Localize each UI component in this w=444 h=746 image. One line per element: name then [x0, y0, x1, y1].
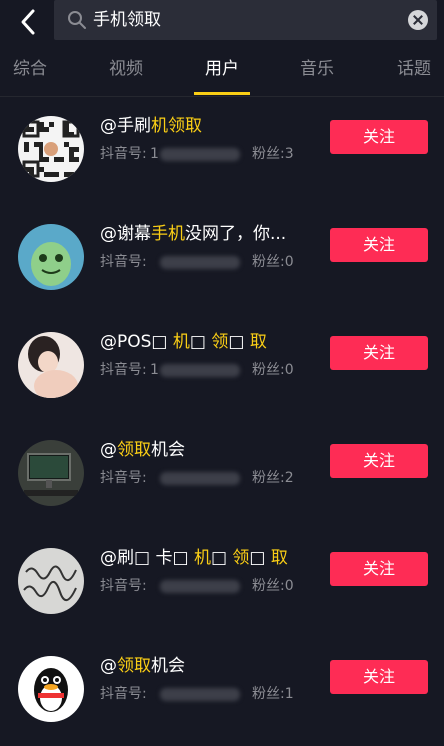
- user-name[interactable]: @领取机会: [100, 438, 185, 462]
- redacted-id-blur: [160, 688, 240, 701]
- search-input[interactable]: 手机领取: [54, 0, 437, 40]
- follow-button[interactable]: 关注: [330, 120, 428, 154]
- list-item[interactable]: @领取机会抖音号: 粉丝:1 关注: [0, 638, 444, 746]
- user-name[interactable]: @领取机会: [100, 654, 185, 678]
- user-name[interactable]: @刷□ 卡□ 机□ 领□ 取: [100, 546, 288, 570]
- search-tabs: 综合 视频 用户 音乐 话题: [0, 44, 444, 97]
- redacted-id-blur: [160, 256, 240, 269]
- follow-button[interactable]: 关注: [330, 660, 428, 694]
- list-item[interactable]: @刷□ 卡□ 机□ 领□ 取抖音号: 粉丝:0 关注: [0, 530, 444, 638]
- list-item[interactable]: @谢幕手机没网了，你... 抖音号: 粉丝:0 关注: [0, 206, 444, 314]
- follow-button[interactable]: 关注: [330, 336, 428, 370]
- fans-count: 粉丝:0: [252, 252, 294, 272]
- user-name[interactable]: @POS□ 机□ 领□ 取: [100, 330, 267, 354]
- douyin-id-label: 抖音号:: [100, 576, 147, 596]
- user-meta: 抖音号:1 粉丝:3: [100, 144, 300, 164]
- avatar[interactable]: [18, 440, 84, 506]
- douyin-id-label: 抖音号:: [100, 144, 147, 164]
- top-bar: 手机领取: [0, 0, 444, 44]
- fans-count: 粉丝:2: [252, 468, 294, 488]
- search-icon: [67, 10, 87, 30]
- douyin-id-label: 抖音号:: [100, 360, 147, 380]
- redacted-id-blur: [160, 364, 240, 377]
- tab-music[interactable]: 音乐: [300, 58, 334, 80]
- follow-button[interactable]: 关注: [330, 552, 428, 586]
- back-arrow-icon[interactable]: [14, 7, 44, 37]
- fans-count: 粉丝:3: [252, 144, 294, 164]
- douyin-id-value: 1: [150, 144, 159, 164]
- redacted-id-blur: [160, 148, 240, 161]
- user-meta: 抖音号: 粉丝:1: [100, 684, 300, 704]
- redacted-id-blur: [160, 472, 240, 485]
- active-tab-indicator: [194, 92, 250, 95]
- douyin-id-label: 抖音号:: [100, 252, 147, 272]
- douyin-id-value: 1: [150, 360, 159, 380]
- user-name[interactable]: @手刷机领取: [100, 114, 202, 138]
- list-item[interactable]: @POS□ 机□ 领□ 取抖音号:1 粉丝:0 关注: [0, 314, 444, 422]
- tab-comprehensive[interactable]: 综合: [13, 58, 47, 80]
- tab-videos[interactable]: 视频: [109, 58, 143, 80]
- search-query-text[interactable]: 手机领取: [93, 9, 161, 31]
- list-item[interactable]: @手刷机领取抖音号:1 粉丝:3 关注: [0, 98, 444, 206]
- user-name[interactable]: @谢幕手机没网了，你...: [100, 222, 286, 246]
- avatar[interactable]: [18, 116, 84, 182]
- user-meta: 抖音号: 粉丝:2: [100, 468, 300, 488]
- tab-topics[interactable]: 话题: [397, 58, 431, 80]
- douyin-id-label: 抖音号:: [100, 684, 147, 704]
- user-meta: 抖音号: 粉丝:0: [100, 576, 300, 596]
- tab-users[interactable]: 用户: [205, 58, 239, 80]
- douyin-id-label: 抖音号:: [100, 468, 147, 488]
- avatar[interactable]: [18, 332, 84, 398]
- fans-count: 粉丝:0: [252, 360, 294, 380]
- avatar[interactable]: [18, 656, 84, 722]
- avatar[interactable]: [18, 224, 84, 290]
- user-meta: 抖音号: 粉丝:0: [100, 252, 300, 272]
- redacted-id-blur: [160, 580, 240, 593]
- avatar[interactable]: [18, 548, 84, 614]
- fans-count: 粉丝:1: [252, 684, 294, 704]
- user-meta: 抖音号:1 粉丝:0: [100, 360, 300, 380]
- follow-button[interactable]: 关注: [330, 444, 428, 478]
- follow-button[interactable]: 关注: [330, 228, 428, 262]
- clear-search-icon[interactable]: [408, 10, 428, 30]
- list-item[interactable]: @领取机会抖音号: 粉丝:2 关注: [0, 422, 444, 530]
- fans-count: 粉丝:0: [252, 576, 294, 596]
